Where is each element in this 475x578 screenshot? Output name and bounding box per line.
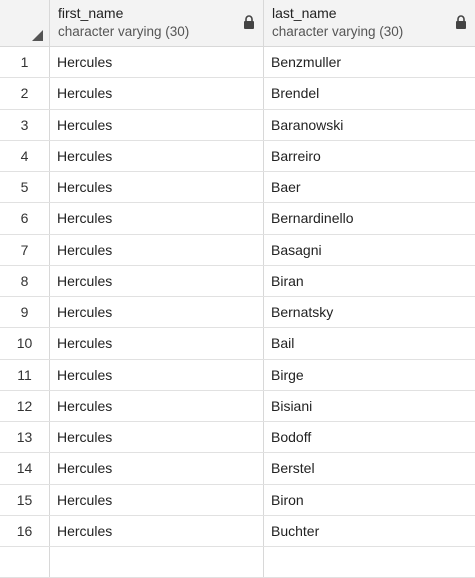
cell-first-name[interactable]: Hercules [50,297,264,328]
select-all-corner-icon[interactable] [32,30,43,41]
column-type: character varying (30) [58,24,190,39]
cell-last-name[interactable]: Biron [264,485,475,515]
cell-last-name[interactable]: Barreiro [264,141,475,171]
cell-first-name[interactable]: Hercules [50,453,264,484]
cell-last-name[interactable]: Bail [264,328,475,358]
row-number[interactable]: 9 [0,297,50,328]
row-number[interactable]: 6 [0,203,50,234]
column-type: character varying (30) [272,24,404,39]
cell-last-name[interactable]: Baranowski [264,110,475,140]
cell-last-name[interactable]: Bernatsky [264,297,475,327]
table-row[interactable]: 13 Hercules Bodoff [0,422,475,454]
cell-first-name[interactable]: Hercules [50,172,264,203]
cell-first-name[interactable]: Hercules [50,140,264,171]
row-number[interactable]: 8 [0,265,50,296]
cell-first-name[interactable]: Hercules [50,328,264,359]
column-name: first_name [58,5,124,21]
cell-first-name[interactable]: Hercules [50,109,264,140]
cell-last-name[interactable]: Brendel [264,78,475,108]
cell-last-name[interactable]: Bernardinello [264,203,475,233]
row-number[interactable]: 1 [0,47,50,78]
table-row[interactable]: 16 Hercules Buchter [0,515,475,547]
cell-last-name[interactable]: Baer [264,172,475,202]
table-row[interactable]: 1 Hercules Benzmuller [0,47,475,79]
cell-last-name[interactable]: Bodoff [264,422,475,452]
row-number-header[interactable] [0,0,50,46]
cell-first-name[interactable]: Hercules [50,78,264,109]
results-grid: first_name character varying (30) last_n… [0,0,475,578]
cell-first-name[interactable]: Hercules [50,359,264,390]
cell-last-name[interactable]: Benzmuller [264,47,475,77]
column-name: last_name [272,5,337,21]
row-number[interactable]: 5 [0,172,50,203]
table-row[interactable]: 9 Hercules Bernatsky [0,297,475,329]
row-number[interactable]: 4 [0,140,50,171]
table-row[interactable]: 15 Hercules Biron [0,484,475,516]
table-row[interactable]: 10 Hercules Bail [0,328,475,360]
cell-first-name[interactable]: Hercules [50,390,264,421]
lock-icon [456,15,466,29]
table-row[interactable]: 4 Hercules Barreiro [0,140,475,172]
table-row[interactable]: 3 Hercules Baranowski [0,109,475,141]
row-number[interactable]: 11 [0,359,50,390]
grid-body: 1 Hercules Benzmuller 2 Hercules Brendel… [0,47,475,578]
table-row[interactable]: 2 Hercules Brendel [0,78,475,110]
lock-icon [244,15,254,29]
cell-first-name[interactable]: Hercules [50,422,264,453]
row-number[interactable]: 10 [0,328,50,359]
table-row[interactable]: 5 Hercules Baer [0,172,475,204]
cell-first-name[interactable]: Hercules [50,484,264,515]
cell-last-name[interactable]: Berstel [264,453,475,483]
cell-last-name[interactable]: Biran [264,266,475,296]
cell-last-name[interactable]: Birge [264,360,475,390]
cell-first-name[interactable]: Hercules [50,203,264,234]
table-row[interactable]: 8 Hercules Biran [0,265,475,297]
table-row[interactable]: 7 Hercules Basagni [0,234,475,266]
cell-first-name[interactable]: Hercules [50,515,264,546]
cell-first-name[interactable]: Hercules [50,47,264,78]
row-number[interactable]: 12 [0,390,50,421]
row-number[interactable]: 16 [0,515,50,546]
table-row[interactable]: 6 Hercules Bernardinello [0,203,475,235]
row-number[interactable]: 15 [0,484,50,515]
row-number[interactable]: 14 [0,453,50,484]
cell-first-name[interactable]: Hercules [50,265,264,296]
row-number[interactable]: 3 [0,109,50,140]
cell-last-name[interactable]: Bisiani [264,391,475,421]
column-header-last-name[interactable]: last_name character varying (30) [264,0,475,46]
row-number[interactable]: 7 [0,234,50,265]
grid-header: first_name character varying (30) last_n… [0,0,475,47]
column-header-first-name[interactable]: first_name character varying (30) [50,0,264,46]
cell-first-name[interactable]: Hercules [50,234,264,265]
table-row[interactable]: 12 Hercules Bisiani [0,390,475,422]
row-number[interactable]: 2 [0,78,50,109]
row-number[interactable]: 13 [0,422,50,453]
table-row[interactable]: 11 Hercules Birge [0,359,475,391]
cell-last-name[interactable]: Basagni [264,235,475,265]
table-row[interactable]: 14 Hercules Berstel [0,453,475,485]
cell-last-name[interactable]: Buchter [264,516,475,546]
